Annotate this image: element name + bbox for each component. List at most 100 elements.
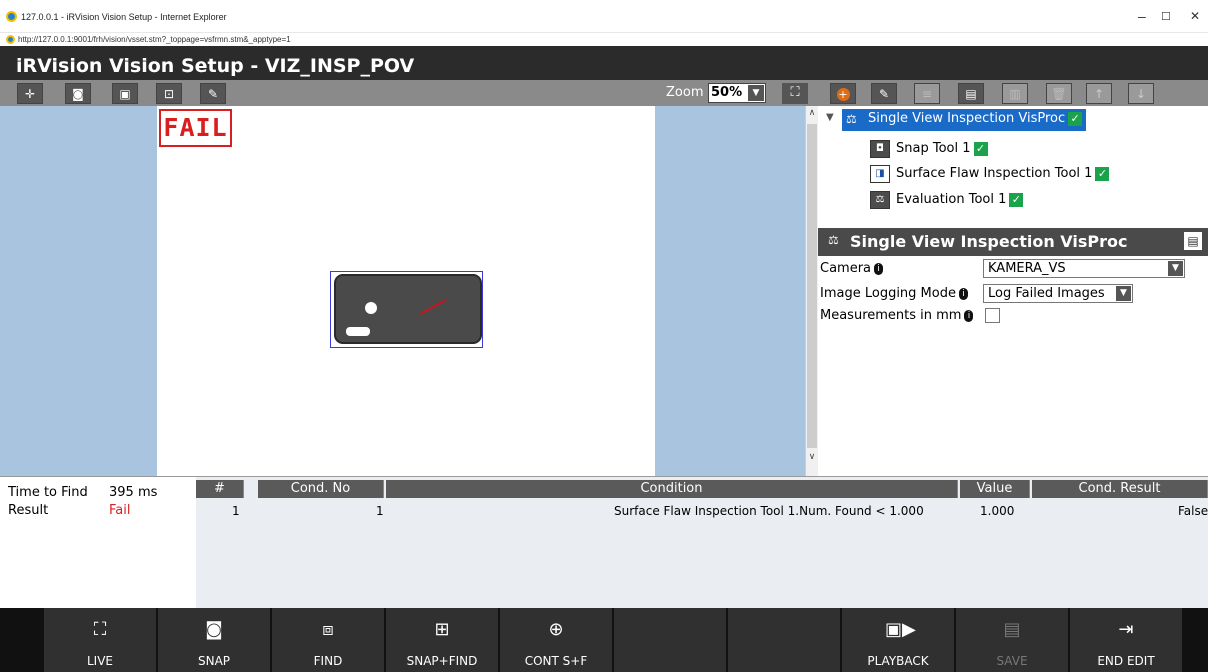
fail-stamp: FAIL: [159, 109, 232, 147]
info-icon[interactable]: i: [958, 287, 968, 300]
save-button[interactable]: ▤ SAVE: [956, 608, 1069, 672]
paste-tool-icon[interactable]: ▥: [1002, 83, 1028, 104]
tree-toolbar: + ✎ ≡ ▤ ▥ 🗑 ↑ ↓: [818, 80, 1208, 106]
image-view[interactable]: FAIL: [0, 106, 805, 476]
cell-num: 1: [232, 504, 240, 518]
delete-tool-icon[interactable]: 🗑: [1046, 83, 1072, 104]
window-title-bar: 127.0.0.1 - iRVision Vision Setup - Inte…: [0, 0, 1208, 32]
camera-value: KAMERA_VS: [988, 261, 1066, 276]
logging-label: Image Logging Mode i: [820, 286, 968, 301]
col-header-condition: Condition: [386, 480, 958, 498]
image-scrollbar[interactable]: ∧ ∨: [805, 106, 818, 476]
chevron-down-icon: ▼: [748, 85, 764, 101]
check-icon: ✓: [973, 141, 988, 156]
cont-snap-find-icon: ⊕: [548, 619, 564, 640]
check-icon: ✓: [1095, 166, 1110, 181]
empty-slot: [614, 608, 727, 672]
logging-select[interactable]: Log Failed Images ▼: [983, 284, 1133, 303]
image-toolbar: ✛ ◙ ▣ ⊡ ✎ Zoom 50% ▼ ⛶: [0, 80, 818, 106]
snap-button[interactable]: ◙ SNAP: [158, 608, 271, 672]
found-part-box: [330, 271, 483, 348]
move-down-icon[interactable]: ↓: [1128, 83, 1154, 104]
menu-icon[interactable]: ▤: [1184, 232, 1202, 250]
camera-icon: ◘: [870, 140, 890, 158]
result-value: Fail: [109, 503, 131, 518]
address-bar[interactable]: http://127.0.0.1:9001/frh/vision/vsset.s…: [0, 32, 1208, 46]
flaw-icon: ◨: [870, 165, 890, 183]
camera-settings-icon[interactable]: ◙: [65, 83, 91, 104]
cell-cond-no: 1: [376, 504, 384, 518]
info-icon[interactable]: i: [964, 309, 974, 322]
add-tool-icon[interactable]: +: [830, 83, 856, 104]
zoom-select[interactable]: 50% ▼: [708, 83, 766, 103]
scroll-up-icon[interactable]: ∧: [806, 108, 818, 122]
copy-tool-icon[interactable]: ▤: [958, 83, 984, 104]
cell-value: 1.000: [980, 504, 1015, 518]
maximize-button[interactable]: ☐: [1161, 10, 1171, 23]
tree-root-visproc[interactable]: ⚖ Single View Inspection VisProc ✓: [842, 109, 1087, 131]
tree-item-label: Evaluation Tool 1: [896, 192, 1007, 207]
cell-result: False: [1178, 504, 1208, 518]
capture-icon[interactable]: ⊡: [156, 83, 182, 104]
save-icon: ▤: [1003, 619, 1021, 640]
save-image-icon[interactable]: ▣: [112, 83, 138, 104]
app-title: iRVision Vision Setup - VIZ_INSP_POV: [0, 46, 1208, 80]
minimize-button[interactable]: –: [1138, 8, 1146, 24]
find-icon: ⧈: [322, 619, 334, 640]
info-icon[interactable]: i: [874, 262, 884, 275]
camera-icon: ◙: [205, 619, 223, 640]
crosshair-icon[interactable]: ✛: [17, 83, 43, 104]
tree-item-surface-flaw-tool[interactable]: ◨ Surface Flaw Inspection Tool 1 ✓: [870, 164, 1110, 184]
ie-icon: [6, 11, 17, 22]
scale-icon: ⚖: [870, 191, 890, 209]
col-header-cond-result: Cond. Result: [1032, 480, 1208, 498]
cont-snap-find-button[interactable]: ⊕ CONT S+F: [500, 608, 613, 672]
rename-tool-icon[interactable]: ≡: [914, 83, 940, 104]
time-value: 395 ms: [109, 485, 158, 500]
find-button[interactable]: ⧈ FIND: [272, 608, 385, 672]
part-image: [334, 274, 482, 344]
close-button[interactable]: ✕: [1190, 9, 1200, 23]
inspection-icon: ⚖: [846, 112, 857, 126]
live-icon: ⛶: [93, 619, 107, 640]
props-title: Single View Inspection VisProc: [850, 232, 1128, 251]
scroll-down-icon[interactable]: ∨: [806, 452, 818, 466]
logging-value: Log Failed Images: [988, 286, 1105, 301]
part-features: [346, 299, 447, 336]
scrollbar-thumb[interactable]: [807, 124, 817, 448]
end-edit-button[interactable]: ⇥ END EDIT: [1070, 608, 1183, 672]
tool-tree: ▼ ⚖ Single View Inspection VisProc ✓ ◘ Sn…: [818, 106, 1208, 224]
inspection-icon: ⚖: [828, 233, 839, 247]
col-header-cond-no: Cond. No: [258, 480, 384, 498]
tree-item-evaluation-tool[interactable]: ⚖ Evaluation Tool 1 ✓: [870, 190, 1024, 210]
playback-icon: ▣▶: [885, 619, 916, 640]
time-label: Time to Find: [8, 485, 88, 500]
mm-checkbox[interactable]: [985, 308, 1000, 323]
move-up-icon[interactable]: ↑: [1086, 83, 1112, 104]
results-table: # Cond. No Condition Value Cond. Result …: [196, 476, 1208, 608]
chevron-down-icon: ▼: [1116, 286, 1131, 301]
chevron-down-icon: ▼: [1168, 261, 1183, 276]
pen-icon[interactable]: ✎: [200, 83, 226, 104]
collapse-icon[interactable]: ▼: [826, 112, 834, 123]
check-icon: ✓: [1068, 111, 1083, 126]
tree-item-label: Snap Tool 1: [896, 141, 971, 156]
window-title: 127.0.0.1 - iRVision Vision Setup - Inte…: [21, 12, 227, 22]
col-header-value: Value: [960, 480, 1030, 498]
props-header: ⚖ Single View Inspection VisProc ▤: [818, 228, 1208, 256]
edit-tool-icon[interactable]: ✎: [871, 83, 897, 104]
snap-find-icon: ⊞: [434, 619, 450, 640]
live-button[interactable]: ⛶ LIVE: [44, 608, 157, 672]
mm-label: Measurements in mm i: [820, 308, 974, 323]
check-icon: ✓: [1009, 192, 1024, 207]
playback-button[interactable]: ▣▶ PLAYBACK: [842, 608, 955, 672]
cell-condition: Surface Flaw Inspection Tool 1.Num. Foun…: [614, 504, 924, 518]
tree-root-label: Single View Inspection VisProc: [868, 111, 1066, 126]
camera-select[interactable]: KAMERA_VS ▼: [983, 259, 1185, 278]
fit-to-window-icon[interactable]: ⛶: [782, 83, 808, 104]
snap-find-button[interactable]: ⊞ SNAP+FIND: [386, 608, 499, 672]
tree-item-snap-tool[interactable]: ◘ Snap Tool 1 ✓: [870, 139, 988, 159]
results-summary: Time to Find 395 ms Result Fail: [0, 476, 196, 608]
image-canvas: FAIL: [157, 106, 655, 476]
ie-icon: [6, 35, 15, 44]
